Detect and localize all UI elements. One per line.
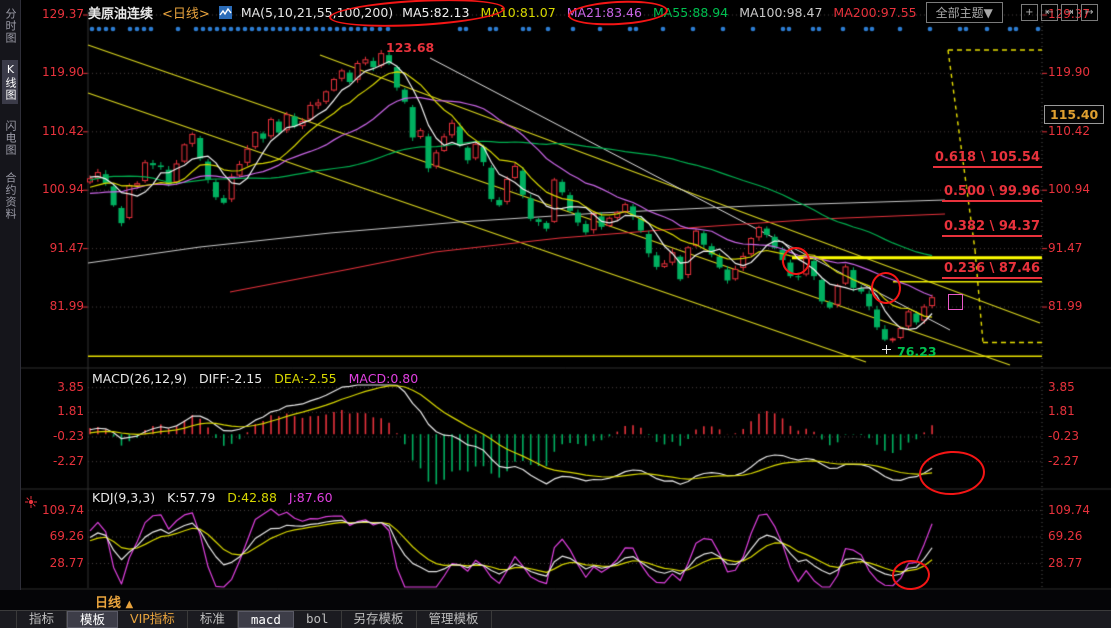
kdj-panel-header: KDJ(9,3,3) K:57.79 D:42.88 J:87.60 — [92, 490, 345, 505]
toolbar-icons-group: + ⇤ ⇥ ↦ — [1018, 3, 1098, 21]
fib-level-label: 0.618 \ 105.54 — [932, 150, 1042, 168]
chart-application: 分时图 K线图闪电图合约资料 美原油连续 <日线> MA(5,10,21,55,1… — [0, 0, 1111, 628]
compress-right-icon-button[interactable]: ⇥ — [1060, 3, 1078, 21]
kdj-axis-label-right: 109.74 — [1048, 502, 1090, 517]
main-axis-label-right: 100.94 — [1048, 182, 1090, 197]
kdj-k-value: K:57.79 — [167, 490, 216, 505]
macd-axis-label-right: -0.23 — [1048, 428, 1080, 443]
drawing-handle-icon[interactable] — [882, 339, 891, 358]
macd-macd-value: MACD:0.80 — [348, 371, 419, 386]
macd-axis-label-right: 1.81 — [1048, 404, 1075, 419]
sidebar-item-K线图[interactable]: K线图 — [2, 60, 18, 104]
chart-header: 美原油连续 <日线> MA(5,10,21,55,100,200) MA5:82… — [20, 0, 1111, 24]
sidebar-item-合约资料[interactable]: 合约资料 — [2, 172, 18, 220]
main-axis-label-left: 119.90 — [42, 65, 84, 80]
macd-axis-label-right: -2.27 — [1048, 453, 1080, 468]
chart-type-icon[interactable] — [218, 5, 232, 19]
macd-dea-value: DEA:-2.55 — [274, 371, 337, 386]
tab-指标[interactable]: 指标 — [16, 611, 68, 628]
main-axis-label-left: 100.94 — [42, 182, 84, 197]
bottom-tab-bar: 指标 模板 VIP指标 标准 macd bol 另存模板 管理模板 — [0, 610, 1111, 628]
main-axis-label-right: 119.90 — [1048, 65, 1090, 80]
macd-title: MACD(26,12,9) — [92, 371, 187, 386]
tab-管理模板[interactable]: 管理模板 — [417, 611, 492, 628]
kdj-marker-icon — [25, 493, 37, 512]
pan-right-icon-button[interactable]: ↦ — [1080, 3, 1098, 21]
kdj-title: KDJ(9,3,3) — [92, 490, 156, 505]
sidebar-item-闪电图[interactable]: 闪电图 — [2, 120, 18, 156]
macd-panel-header: MACD(26,12,9) DIFF:-2.15 DEA:-2.55 MACD:0.8… — [92, 371, 430, 386]
symbol-title: 美原油连续 — [88, 6, 154, 22]
crosshair-icon-button[interactable]: + — [1020, 3, 1038, 21]
kdj-axis-label-left: 28.77 — [49, 555, 84, 570]
compress-left-icon-button[interactable]: ⇤ — [1040, 3, 1058, 21]
left-sidebar: 分时图 K线图闪电图合约资料 — [0, 0, 21, 610]
theme-selector-button[interactable]: 全部主题▼ — [925, 1, 1003, 23]
macd-axis-label-left: 1.81 — [57, 404, 84, 419]
drawing-anchor[interactable] — [948, 294, 963, 310]
date-axis-bar: 日线 ▲ — [0, 590, 1111, 611]
low-price-label: 76.23 — [897, 344, 937, 359]
price-marker-badge: 115.40 — [1044, 105, 1105, 124]
ma-value-label: MA200:97.55 — [833, 4, 917, 20]
kdj-axis-label-right: 69.26 — [1048, 529, 1083, 543]
kdj-axis-label-left: 109.74 — [42, 502, 84, 517]
main-axis-label-right: 91.47 — [1048, 240, 1083, 255]
kdj-axis-label-left: 69.26 — [49, 529, 84, 543]
main-axis-label-right: 81.99 — [1048, 299, 1083, 314]
tab-模板[interactable]: 模板 — [67, 611, 119, 628]
period-tag[interactable]: <日线> — [162, 3, 210, 22]
fib-level-label: 0.382 \ 94.37 — [941, 219, 1042, 237]
kdj-axis-label-right: 28.77 — [1048, 555, 1083, 570]
tab-macd[interactable]: macd — [237, 611, 294, 628]
fib-level-label: 0.236 \ 87.46 — [941, 261, 1042, 280]
macd-axis-label-left: -2.27 — [52, 453, 84, 468]
tab-另存模板[interactable]: 另存模板 — [342, 611, 417, 628]
macd-axis-label-left: 3.85 — [57, 379, 84, 394]
triangle-up-icon: ▲ — [125, 599, 134, 610]
main-axis-label-left: 91.47 — [49, 240, 84, 255]
chart-canvas[interactable] — [0, 0, 1111, 628]
tab-标准[interactable]: 标准 — [188, 611, 238, 628]
main-axis-label-right: 110.42 — [1048, 123, 1090, 138]
kdj-d-value: D:42.88 — [227, 490, 277, 505]
tab-VIP指标[interactable]: VIP指标 — [118, 611, 188, 628]
tab-bol[interactable]: bol — [294, 611, 342, 628]
kdj-j-value: J:87.60 — [288, 490, 333, 505]
macd-axis-label-right: 3.85 — [1048, 379, 1075, 394]
macd-diff-value: DIFF:-2.15 — [198, 371, 263, 386]
sidebar-item-分时图[interactable]: 分时图 — [2, 8, 18, 44]
period-selector[interactable]: 日线 ▲ — [95, 592, 133, 611]
fib-level-label: 0.500 \ 99.96 — [941, 184, 1042, 203]
macd-axis-label-left: -0.23 — [52, 428, 84, 443]
ma-value-label: MA100:98.47 — [739, 4, 823, 20]
main-axis-label-left: 81.99 — [49, 299, 84, 314]
main-axis-label-left: 110.42 — [42, 123, 84, 138]
high-price-label: 123.68 — [386, 40, 435, 55]
